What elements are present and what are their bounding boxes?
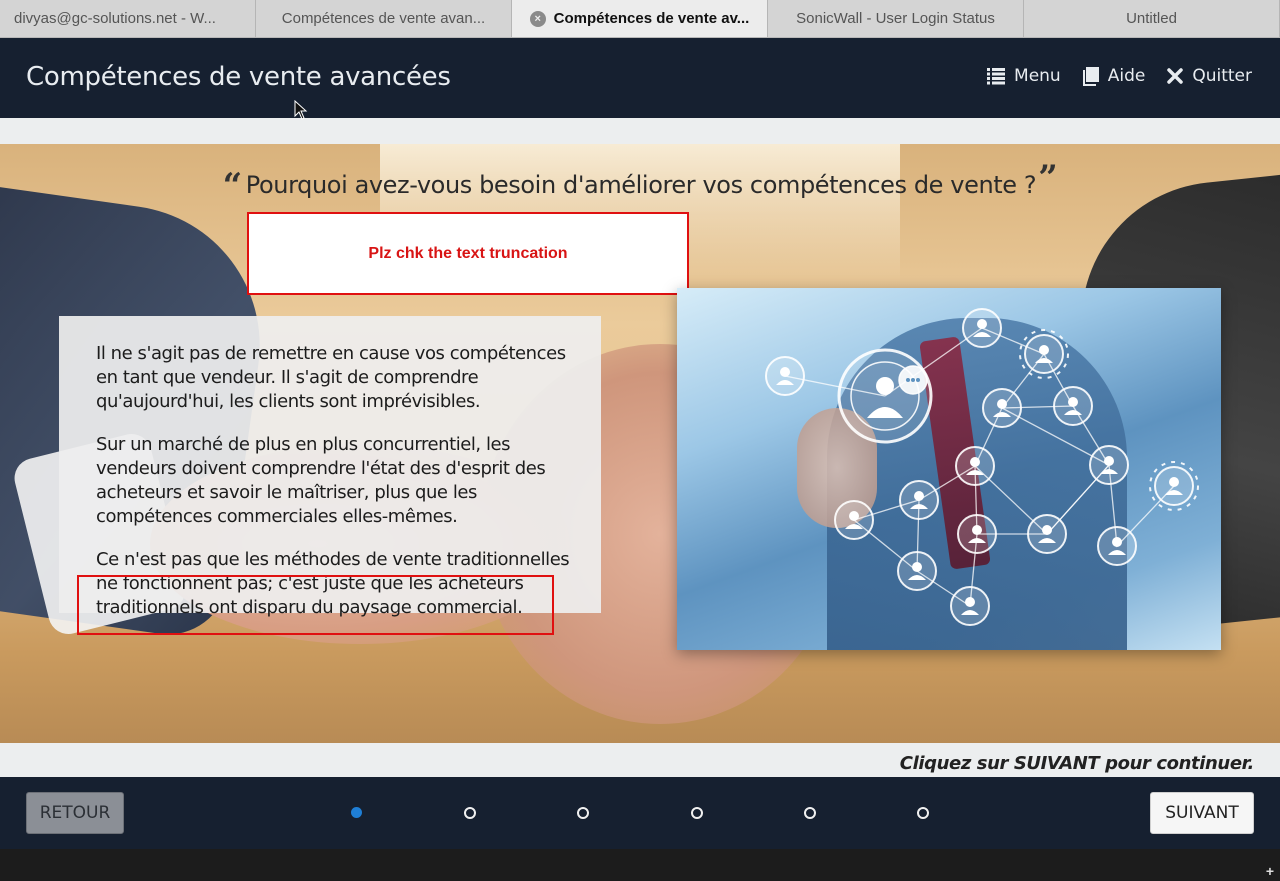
continue-hint: Cliquez sur SUIVANT pour continuer. bbox=[899, 753, 1255, 774]
browser-tab-course-1[interactable]: Compétences de vente avan... bbox=[256, 0, 512, 37]
review-annotation-note: Plz chk the text truncation bbox=[247, 212, 689, 295]
tab-label: Compétences de vente avan... bbox=[281, 10, 486, 27]
page-dot-1[interactable] bbox=[351, 807, 362, 818]
slide-content: “Pourquoi avez-vous besoin d'améliorer v… bbox=[0, 144, 1280, 743]
bottom-strip: Cliquez sur SUIVANT pour continuer. bbox=[0, 743, 1280, 777]
slide-heading: “Pourquoi avez-vous besoin d'améliorer v… bbox=[0, 158, 1280, 206]
course-header: Compétences de vente avancées Menu Aide … bbox=[0, 38, 1280, 118]
tab-label: Untitled bbox=[1126, 10, 1177, 27]
help-label: Aide bbox=[1107, 66, 1146, 86]
menu-button[interactable]: Menu bbox=[987, 66, 1061, 86]
book-icon bbox=[1082, 66, 1099, 86]
paragraph-2: Sur un marché de plus en plus concurrent… bbox=[96, 434, 546, 527]
page-dot-4[interactable] bbox=[691, 807, 703, 819]
close-quote-icon: ” bbox=[1038, 158, 1058, 198]
slide-heading-text: Pourquoi avez-vous besoin d'améliorer vo… bbox=[245, 171, 1037, 199]
quit-label: Quitter bbox=[1192, 66, 1252, 86]
header-nav: Menu Aide Quitter bbox=[987, 66, 1252, 86]
course-title: Compétences de vente avancées bbox=[26, 62, 451, 92]
browser-tab-untitled[interactable]: Untitled bbox=[1024, 0, 1280, 37]
plus-icon[interactable]: + bbox=[1266, 863, 1274, 879]
annotation-text: Plz chk the text truncation bbox=[368, 244, 568, 262]
open-quote-icon: “ bbox=[222, 166, 243, 206]
browser-tab-bar: divyas@gc-solutions.net - W... Compétenc… bbox=[0, 0, 1280, 38]
top-strip bbox=[0, 118, 1280, 144]
list-icon bbox=[987, 67, 1006, 85]
page-dot-3[interactable] bbox=[577, 807, 589, 819]
page-dot-2[interactable] bbox=[464, 807, 476, 819]
next-button[interactable]: SUIVANT bbox=[1150, 792, 1254, 834]
close-icon bbox=[1167, 68, 1184, 84]
truncation-highlight-box bbox=[77, 575, 554, 635]
back-button[interactable]: RETOUR bbox=[26, 792, 124, 834]
tab-label: SonicWall - User Login Status bbox=[796, 10, 995, 27]
tab-label: Compétences de vente av... bbox=[553, 10, 750, 27]
close-tab-icon[interactable]: × bbox=[529, 10, 546, 27]
menu-label: Menu bbox=[1014, 66, 1061, 86]
browser-tab-email[interactable]: divyas@gc-solutions.net - W... bbox=[0, 0, 256, 37]
window-bottom-bar: + bbox=[0, 849, 1280, 881]
page-dot-6[interactable] bbox=[917, 807, 929, 819]
browser-tab-sonicwall[interactable]: SonicWall - User Login Status bbox=[768, 0, 1024, 37]
text-panel: Il ne s'agit pas de remettre en cause vo… bbox=[59, 316, 601, 618]
quit-button[interactable]: Quitter bbox=[1167, 66, 1252, 86]
tab-label: divyas@gc-solutions.net - W... bbox=[14, 10, 216, 27]
mouse-cursor-icon bbox=[294, 99, 308, 125]
paragraph-1: Il ne s'agit pas de remettre en cause vo… bbox=[96, 343, 566, 412]
network-graph-icon bbox=[765, 308, 1199, 626]
browser-tab-course-active[interactable]: × Compétences de vente av... bbox=[512, 0, 768, 37]
course-footer: RETOUR SUIVANT bbox=[0, 777, 1280, 849]
help-button[interactable]: Aide bbox=[1082, 66, 1146, 86]
page-dot-5[interactable] bbox=[804, 807, 816, 819]
network-illustration-image bbox=[677, 288, 1221, 650]
